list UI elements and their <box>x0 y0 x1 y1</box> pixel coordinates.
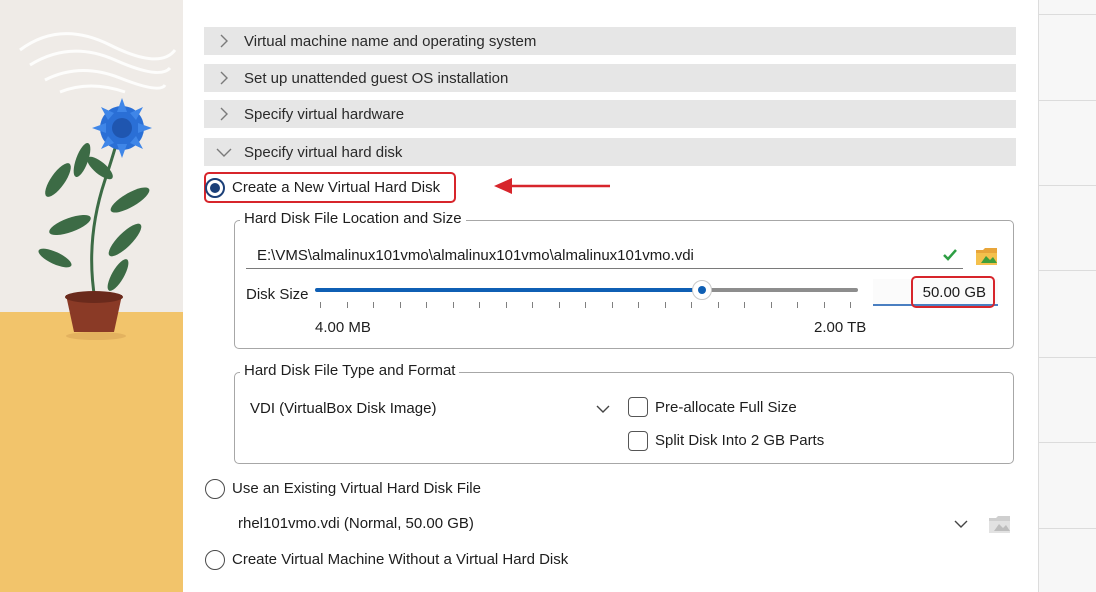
slider-tick <box>611 302 613 308</box>
chevron-right-icon <box>204 27 244 55</box>
section-unattended-install[interactable]: Set up unattended guest OS installation <box>204 64 1016 92</box>
slider-remaining-track <box>702 288 858 292</box>
slider-tick <box>797 302 798 308</box>
preallocate-checkbox[interactable] <box>628 397 648 417</box>
slider-tick <box>850 302 851 308</box>
slider-tick <box>585 302 586 308</box>
section-label: Specify virtual hardware <box>244 105 405 123</box>
location-size-group-title: Hard Disk File Location and Size <box>240 210 466 227</box>
slider-tick <box>426 302 427 308</box>
divider <box>1039 528 1096 529</box>
slider-tick <box>479 302 480 308</box>
section-vm-name-os[interactable]: Virtual machine name and operating syste… <box>204 27 1016 55</box>
annotation-highlight-box <box>911 276 995 308</box>
existing-disk-value: rhel101vmo.vdi (Normal, 50.00 GB) <box>238 515 474 532</box>
section-virtual-hard-disk[interactable]: Specify virtual hard disk <box>204 138 1016 166</box>
dropdown-arrow-icon <box>596 405 610 413</box>
slider-tick <box>399 302 401 308</box>
disk-size-slider-thumb[interactable] <box>692 280 712 300</box>
slider-tick <box>744 302 745 308</box>
slider-tick <box>558 302 560 308</box>
slider-tick <box>505 302 507 308</box>
divider <box>1039 185 1096 186</box>
slider-tick <box>638 302 639 308</box>
divider <box>1039 442 1096 443</box>
slider-tick <box>373 302 374 308</box>
create-new-disk-label: Create a New Virtual Hard Disk <box>232 179 441 196</box>
check-mark-icon <box>943 249 957 261</box>
slider-filled-track <box>315 288 702 292</box>
slider-min-label: 4.00 MB <box>315 319 371 336</box>
right-panel-edge <box>1038 0 1096 592</box>
section-label: Specify virtual hard disk <box>244 143 403 161</box>
disk-file-path-input[interactable]: E:\VMS\almalinux101vmo\almalinux101vmo\a… <box>246 243 963 269</box>
section-label: Set up unattended guest OS installation <box>244 69 509 87</box>
split-disk-label: Split Disk Into 2 GB Parts <box>655 432 825 449</box>
create-new-disk-radio[interactable] <box>205 178 225 198</box>
dropdown-arrow-icon <box>954 520 968 528</box>
existing-disk-select[interactable]: rhel101vmo.vdi (Normal, 50.00 GB) <box>234 511 974 537</box>
slider-tick <box>717 302 719 308</box>
split-disk-checkbox[interactable] <box>628 431 648 451</box>
no-disk-label: Create Virtual Machine Without a Virtual… <box>232 551 569 568</box>
section-virtual-hardware[interactable]: Specify virtual hardware <box>204 100 1016 128</box>
slider-tick <box>691 302 692 308</box>
type-format-group-title: Hard Disk File Type and Format <box>240 362 460 379</box>
disk-type-value: VDI (VirtualBox Disk Image) <box>250 400 437 417</box>
slider-tick <box>320 302 321 308</box>
chevron-right-icon <box>204 64 244 92</box>
divider <box>1039 270 1096 271</box>
wizard-illustration <box>0 0 183 592</box>
section-label: Virtual machine name and operating syste… <box>244 32 537 50</box>
disk-file-path-value: E:\VMS\almalinux101vmo\almalinux101vmo\a… <box>257 247 694 264</box>
disk-type-select[interactable]: VDI (VirtualBox Disk Image) <box>246 396 616 422</box>
use-existing-disk-label: Use an Existing Virtual Hard Disk File <box>232 480 481 497</box>
folder-icon[interactable] <box>988 513 1012 535</box>
divider <box>1039 357 1096 358</box>
slider-tick <box>346 302 348 308</box>
annotation-arrow-icon <box>494 178 610 194</box>
slider-tick <box>823 302 825 308</box>
plant-illustration <box>19 32 177 340</box>
chevron-right-icon <box>204 100 244 128</box>
use-existing-disk-radio[interactable] <box>205 479 225 499</box>
folder-icon[interactable] <box>975 245 999 267</box>
disk-size-label: Disk Size <box>246 286 309 303</box>
divider <box>1039 100 1096 101</box>
no-disk-radio[interactable] <box>205 550 225 570</box>
slider-tick <box>770 302 772 308</box>
preallocate-label: Pre-allocate Full Size <box>655 399 797 416</box>
slider-max-label: 2.00 TB <box>814 319 867 336</box>
divider <box>1039 14 1096 15</box>
slider-tick <box>532 302 533 308</box>
slider-tick <box>664 302 666 308</box>
slider-tick <box>452 302 454 308</box>
chevron-down-icon <box>204 138 244 166</box>
